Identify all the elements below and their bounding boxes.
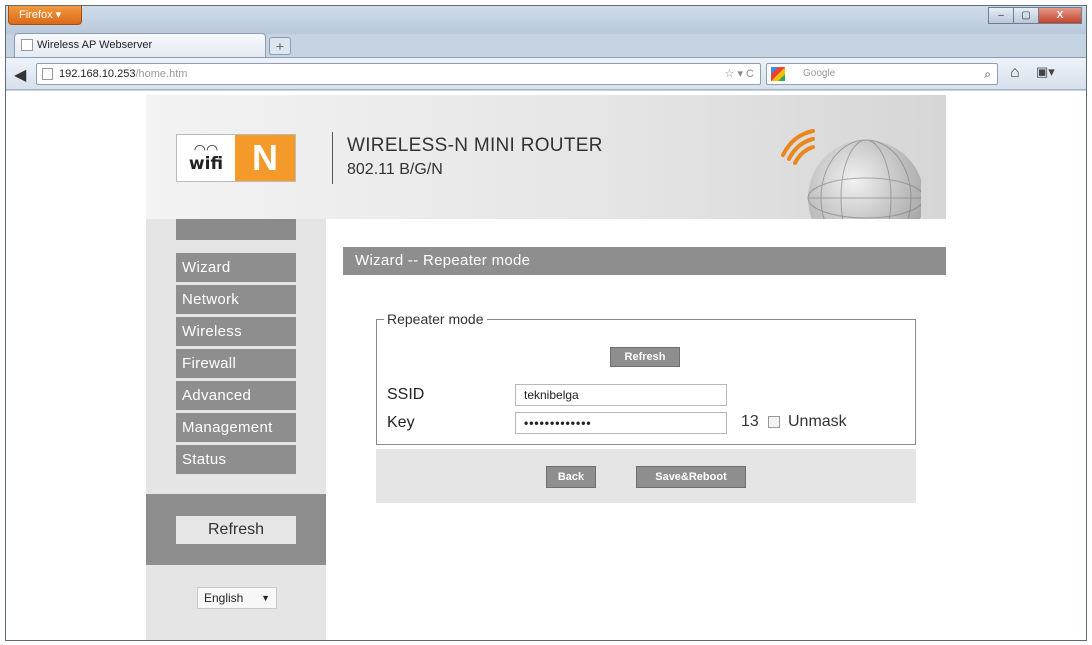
globe-icon	[781, 129, 921, 221]
header-divider	[332, 132, 333, 184]
browser-window: Firefox ▾ – ▢ X Wireless AP Webserver + …	[5, 5, 1087, 641]
ssid-input[interactable]: teknibelga	[515, 384, 727, 406]
tab-title: Wireless AP Webserver	[37, 39, 153, 51]
sidebar-item-network[interactable]: Network	[176, 285, 296, 314]
back-button[interactable]: Back	[546, 466, 596, 488]
unmask-checkbox[interactable]	[768, 416, 780, 428]
title-bar: Firefox ▾ – ▢ X Wireless AP Webserver +	[6, 6, 1086, 57]
maximize-button[interactable]: ▢	[1013, 7, 1039, 24]
key-input[interactable]: •••••••••••••	[515, 412, 727, 434]
bookmark-reload-icons[interactable]: ☆ ▾ C	[725, 64, 754, 84]
url-host: 192.168.10.253	[59, 68, 136, 80]
refresh-panel: Refresh	[146, 494, 326, 565]
firefox-menu-button[interactable]: Firefox ▾	[8, 6, 82, 25]
button-bar: Back Save&Reboot	[376, 449, 916, 503]
bookmarks-menu-icon[interactable]: ▣▾	[1036, 64, 1055, 80]
navigation-bar: ◀ 192.168.10.253/home.htm ☆ ▾ C Google ⌕…	[6, 57, 1086, 90]
minimize-button[interactable]: –	[988, 7, 1014, 24]
back-arrow-icon[interactable]: ◀	[14, 65, 26, 85]
sidebar-refresh-button[interactable]: Refresh	[176, 516, 296, 544]
new-tab-button[interactable]: +	[269, 37, 291, 55]
sidebar-item-advanced[interactable]: Advanced	[176, 381, 296, 410]
language-value: English	[204, 591, 244, 605]
page-viewport: ◠◠ wifi N WIRELESS-N MINI ROUTER 802.11 …	[6, 91, 1086, 640]
ssid-label: SSID	[387, 386, 425, 403]
page-title: WIRELESS-N MINI ROUTER	[347, 135, 603, 156]
window-controls: – ▢ X	[988, 7, 1082, 24]
language-select[interactable]: English ▼	[197, 587, 277, 609]
router-header: ◠◠ wifi N WIRELESS-N MINI ROUTER 802.11 …	[146, 95, 946, 221]
page-icon	[42, 68, 53, 80]
scan-refresh-button[interactable]: Refresh	[610, 347, 680, 367]
url-path: /home.htm	[135, 68, 188, 80]
key-label: Key	[387, 414, 415, 431]
logo-letter: N	[235, 135, 295, 181]
fieldset-legend: Repeater mode	[384, 311, 487, 327]
sidebar-item-wireless[interactable]: Wireless	[176, 317, 296, 346]
sidebar-item-firewall[interactable]: Firewall	[176, 349, 296, 378]
address-bar[interactable]: 192.168.10.253/home.htm ☆ ▾ C	[36, 63, 761, 85]
unmask-label: Unmask	[788, 413, 847, 430]
search-placeholder: Google	[803, 68, 836, 79]
page-subtitle: 802.11 B/G/N	[347, 161, 443, 178]
sidebar-item-wizard[interactable]: Wizard	[176, 253, 296, 282]
page-icon	[21, 39, 33, 51]
chevron-down-icon: ▼	[261, 593, 270, 603]
key-length: 13	[741, 413, 759, 430]
search-icon[interactable]: ⌕	[984, 64, 991, 84]
close-button[interactable]: X	[1038, 7, 1082, 24]
logo-word: wifi	[188, 154, 224, 174]
section-title: Wizard -- Repeater mode	[343, 247, 946, 275]
sidebar: Wizard Network Wireless Firewall Advance…	[146, 219, 326, 640]
home-icon[interactable]: ⌂	[1010, 64, 1020, 82]
main-content: Wizard -- Repeater mode Repeater mode Re…	[326, 219, 946, 640]
sidebar-item-management[interactable]: Management	[176, 413, 296, 442]
wifi-n-logo: ◠◠ wifi N	[176, 134, 296, 182]
browser-tab[interactable]: Wireless AP Webserver	[14, 33, 266, 57]
sidebar-top-bar	[176, 219, 296, 240]
sidebar-item-status[interactable]: Status	[176, 445, 296, 474]
router-page: ◠◠ wifi N WIRELESS-N MINI ROUTER 802.11 …	[146, 91, 946, 640]
search-bar[interactable]: Google ⌕	[766, 63, 998, 85]
save-reboot-button[interactable]: Save&Reboot	[636, 466, 746, 488]
repeater-fieldset: Repeater mode Refresh SSID teknibelga Ke…	[376, 311, 916, 445]
google-icon	[771, 67, 785, 81]
